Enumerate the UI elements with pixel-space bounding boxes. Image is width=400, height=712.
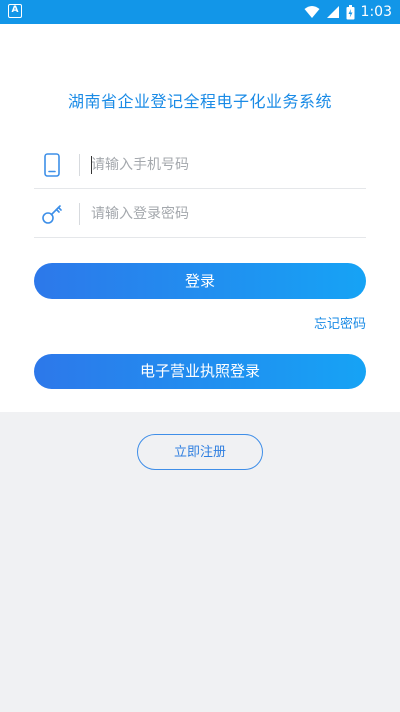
key-icon <box>42 205 62 224</box>
phone-icon <box>44 153 60 177</box>
forgot-password-link[interactable]: 忘记密码 <box>314 313 366 332</box>
field-divider <box>79 154 80 176</box>
field-divider <box>79 203 80 225</box>
password-input[interactable] <box>91 199 361 229</box>
login-card: 湖南省企业登记全程电子化业务系统 登录 忘记密码 电子营业执照登录 <box>0 24 400 412</box>
battery-icon <box>346 4 355 19</box>
license-login-button[interactable]: 电子营业执照登录 <box>34 354 366 389</box>
wifi-icon <box>304 6 320 18</box>
login-button[interactable]: 登录 <box>34 263 366 299</box>
phone-field-row <box>34 141 366 189</box>
status-icons: 1:03 <box>304 3 392 21</box>
register-button[interactable]: 立即注册 <box>137 434 263 470</box>
text-cursor <box>91 156 92 174</box>
app-title: 湖南省企业登记全程电子化业务系统 <box>67 92 332 111</box>
status-time: 1:03 <box>360 4 392 20</box>
notification-icon: A <box>8 4 22 18</box>
signal-icon <box>326 6 339 18</box>
status-bar: A 1:03 <box>0 0 400 24</box>
phone-input[interactable] <box>91 150 361 180</box>
password-field-row <box>34 190 366 238</box>
